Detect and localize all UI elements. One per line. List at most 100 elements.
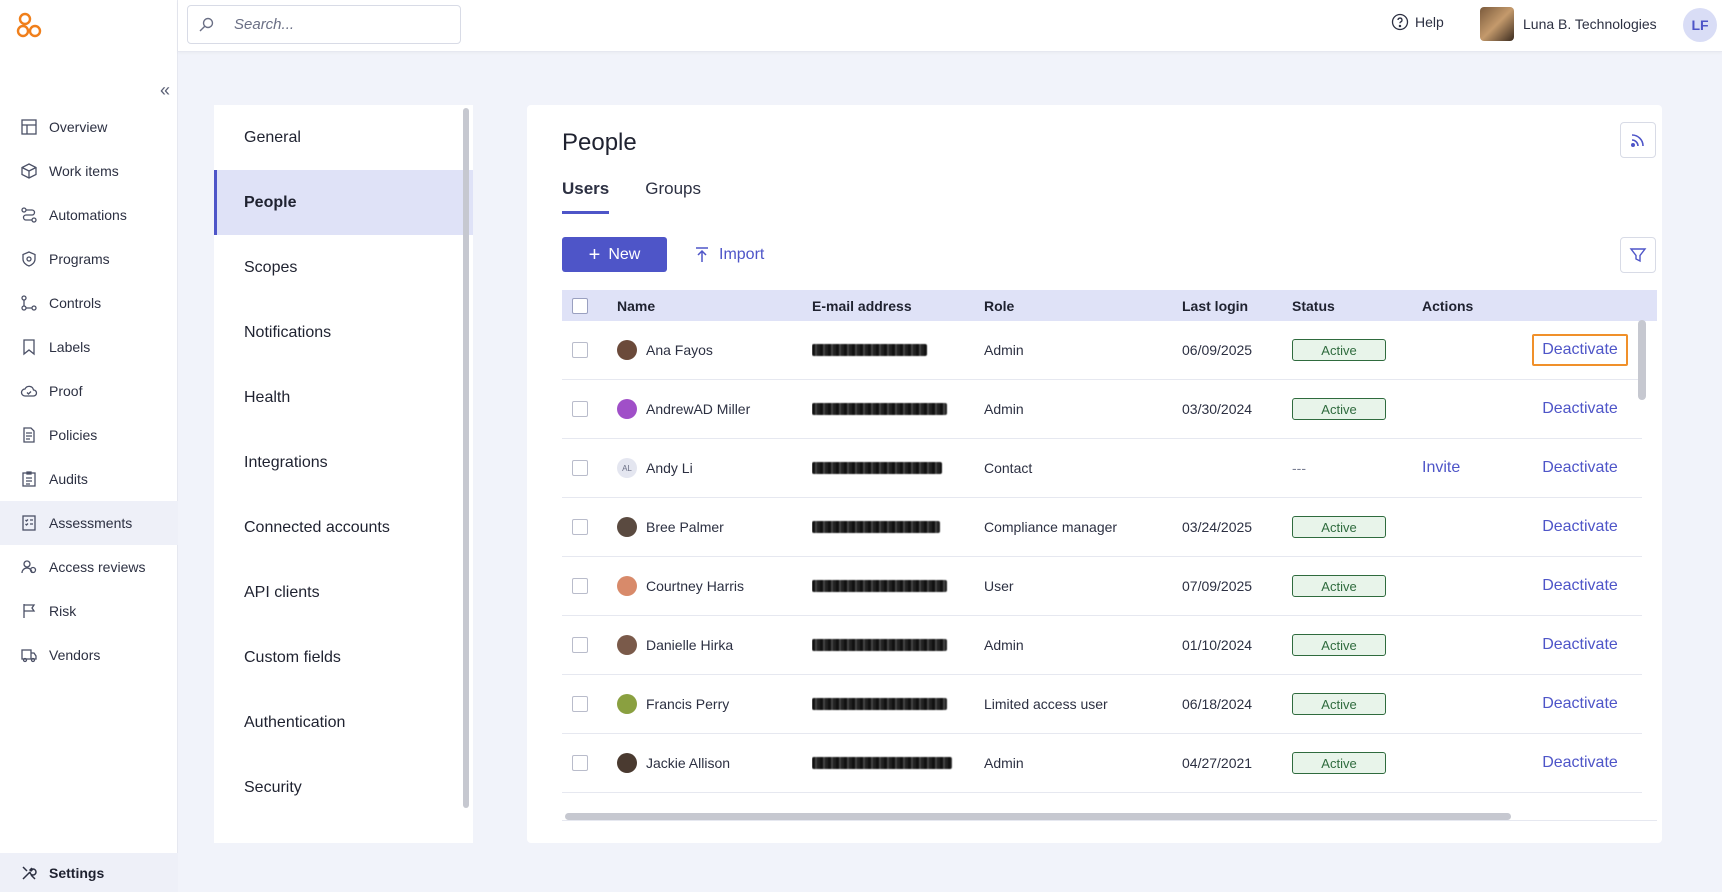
subnav-item-custom-fields[interactable]: Custom fields xyxy=(214,625,473,690)
deactivate-link[interactable]: Deactivate xyxy=(1542,695,1618,713)
subnav-item-general[interactable]: General xyxy=(214,105,473,170)
nav-item-proof[interactable]: Proof xyxy=(0,369,178,413)
row-select-cell xyxy=(572,557,590,615)
row-checkbox[interactable] xyxy=(572,401,588,417)
search-input[interactable] xyxy=(234,16,454,33)
role-cell: Admin xyxy=(984,637,1024,653)
subnav-item-notifications[interactable]: Notifications xyxy=(214,300,473,365)
subnav-item-information-security[interactable]: Information security xyxy=(214,820,473,843)
nav-item-automations[interactable]: Automations xyxy=(0,193,178,237)
row-checkbox[interactable] xyxy=(572,460,588,476)
nav-item-policies[interactable]: Policies xyxy=(0,413,178,457)
new-user-button[interactable]: + New xyxy=(562,237,667,272)
actions-cell xyxy=(1422,675,1512,733)
nav-item-programs[interactable]: Programs xyxy=(0,237,178,281)
deactivate-cell: Deactivate xyxy=(1520,675,1640,733)
column-header-role[interactable]: Role xyxy=(984,290,1164,321)
nav-item-labels[interactable]: Labels xyxy=(0,325,178,369)
invite-link[interactable]: Invite xyxy=(1422,459,1460,477)
rss-button[interactable] xyxy=(1620,122,1656,158)
deactivate-link[interactable]: Deactivate xyxy=(1542,341,1618,358)
collapse-nav-icon[interactable]: « xyxy=(160,80,170,101)
column-header-status[interactable]: Status xyxy=(1292,290,1412,321)
deactivate-cell: Deactivate xyxy=(1520,557,1640,615)
user-avatar[interactable]: LF xyxy=(1683,8,1717,42)
subnav-item-connected-accounts[interactable]: Connected accounts xyxy=(214,495,473,560)
import-button[interactable]: Import xyxy=(693,241,764,269)
deactivate-link[interactable]: Deactivate xyxy=(1542,754,1618,772)
actions-cell xyxy=(1422,734,1512,792)
row-checkbox[interactable] xyxy=(572,696,588,712)
nav-item-label: Proof xyxy=(49,383,83,399)
deactivate-link[interactable]: Deactivate xyxy=(1542,400,1618,418)
table-row[interactable]: Danielle Hirka Admin 01/10/2024 Active Deact… xyxy=(562,616,1642,675)
nav-item-overview[interactable]: Overview xyxy=(0,105,178,149)
nav-item-risk[interactable]: Risk xyxy=(0,589,178,633)
subnav-item-authentication[interactable]: Authentication xyxy=(214,690,473,755)
nav-item-access-reviews[interactable]: Access reviews xyxy=(0,545,178,589)
row-checkbox[interactable] xyxy=(572,578,588,594)
help-button[interactable]: Help xyxy=(1391,13,1444,31)
subnav-scrollbar[interactable] xyxy=(463,108,469,808)
nav-item-settings[interactable]: Settings xyxy=(0,853,178,892)
row-checkbox[interactable] xyxy=(572,755,588,771)
nav-item-vendors[interactable]: Vendors xyxy=(0,633,178,677)
table-row[interactable]: Courtney Harris User 07/09/2025 Active Deact… xyxy=(562,557,1642,616)
table-row[interactable]: Bree Palmer Compliance manager 03/24/2025 A… xyxy=(562,498,1642,557)
nav-item-label: Assessments xyxy=(49,515,133,531)
deactivate-link[interactable]: Deactivate xyxy=(1542,518,1618,536)
table-vertical-scrollbar[interactable] xyxy=(1638,320,1646,400)
actions-cell xyxy=(1422,321,1512,379)
subnav-item-api-clients[interactable]: API clients xyxy=(214,560,473,625)
deactivate-link[interactable]: Deactivate xyxy=(1542,636,1618,654)
table-row[interactable]: AL Andy Li Contact --- Invite Deactivate xyxy=(562,439,1642,498)
row-checkbox[interactable] xyxy=(572,519,588,535)
app-logo[interactable] xyxy=(16,12,44,40)
org-avatar xyxy=(1480,7,1514,41)
status-cell: Active xyxy=(1292,380,1412,438)
status-cell: Active xyxy=(1292,734,1412,792)
redacted-email xyxy=(812,462,942,474)
user-name: Danielle Hirka xyxy=(646,637,734,653)
nav-item-controls[interactable]: Controls xyxy=(0,281,178,325)
actions-cell: Invite xyxy=(1422,439,1512,497)
column-header-actions[interactable]: Actions xyxy=(1422,290,1512,321)
nav-item-label: Audits xyxy=(49,471,88,487)
nav-item-audits[interactable]: Audits xyxy=(0,457,178,501)
row-checkbox[interactable] xyxy=(572,342,588,358)
row-checkbox[interactable] xyxy=(572,637,588,653)
table-row[interactable]: Ana Fayos Admin 06/09/2025 Active Deactivate xyxy=(562,321,1642,380)
subnav-item-people[interactable]: People xyxy=(214,170,473,235)
deactivate-cell: Deactivate xyxy=(1520,498,1640,556)
filter-button[interactable] xyxy=(1620,237,1656,273)
nav-item-work-items[interactable]: Work items xyxy=(0,149,178,193)
column-header-e-mail-address[interactable]: E-mail address xyxy=(812,290,962,321)
search-box[interactable] xyxy=(187,5,461,44)
column-header-last-login[interactable]: Last login xyxy=(1182,290,1292,321)
status-badge: Active xyxy=(1292,634,1386,656)
column-header-name[interactable]: Name xyxy=(617,290,807,321)
tab-users[interactable]: Users xyxy=(562,179,610,214)
nav-item-label: Work items xyxy=(49,163,119,179)
deactivate-link[interactable]: Deactivate xyxy=(1542,577,1618,595)
avatar xyxy=(617,576,637,596)
focused-action-highlight: Deactivate xyxy=(1532,334,1628,366)
tab-groups[interactable]: Groups xyxy=(645,179,701,214)
table-row[interactable]: AndrewAD Miller Admin 03/30/2024 Active Deac… xyxy=(562,380,1642,439)
select-all-checkbox[interactable] xyxy=(572,297,588,314)
subnav-item-integrations[interactable]: Integrations xyxy=(214,430,473,495)
flow-icon xyxy=(20,206,38,224)
subnav-item-health[interactable]: Health xyxy=(214,365,473,430)
table-row[interactable]: Jackie Allison Admin 04/27/2021 Active Deact… xyxy=(562,734,1642,793)
subnav-item-security[interactable]: Security xyxy=(214,755,473,820)
nav-item-label: Automations xyxy=(49,207,127,223)
table-horizontal-scrollbar[interactable] xyxy=(565,813,1511,820)
actions-cell xyxy=(1422,557,1512,615)
nav-list: Overview Work items Automations Programs Con… xyxy=(0,105,178,677)
nav-item-assessments[interactable]: Assessments xyxy=(0,501,178,545)
nav-item-label: Labels xyxy=(49,339,91,355)
subnav-item-scopes[interactable]: Scopes xyxy=(214,235,473,300)
deactivate-link[interactable]: Deactivate xyxy=(1542,459,1618,477)
table-row[interactable]: Francis Perry Limited access user 06/18/20… xyxy=(562,675,1642,734)
org-switcher[interactable]: Luna B. Technologies xyxy=(1480,7,1657,41)
